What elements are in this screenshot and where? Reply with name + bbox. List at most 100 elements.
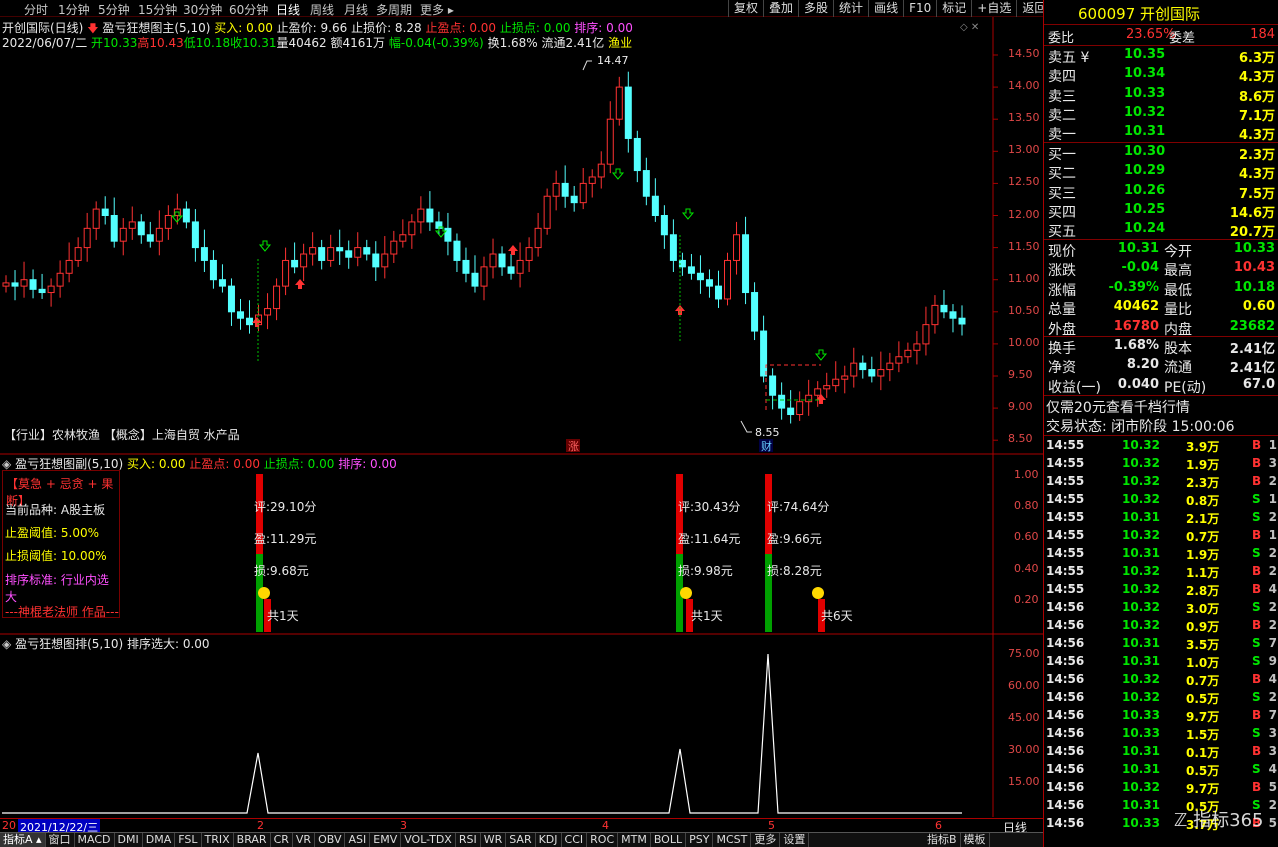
sub2-toggle-icon[interactable]: ◈ [2,637,11,651]
axis-tick: 30.00 [1008,743,1040,756]
period-tab-9[interactable]: 多周期 [376,1,412,18]
logo-icon: ℤ [1174,810,1188,831]
indicator-tab-10[interactable]: OBV [315,833,346,847]
toolbar-btn-6[interactable]: 标记 [936,0,971,17]
candle [426,191,434,231]
candle [2,275,10,293]
indicator-tab-9[interactable]: VR [293,833,316,847]
stat-row: 总量 40462 量比 0.60 [1048,299,1275,319]
order-row[interactable]: 卖一 10.31 4.3万 [1046,123,1277,143]
order-row[interactable]: 买四 10.25 14.6万 [1046,201,1277,221]
indicator-tab-16[interactable]: SAR [506,833,536,847]
candle [227,278,235,326]
tick-row: 14:56 10.31 1.0万 S 9 [1046,654,1277,670]
toolbar-btn-3[interactable]: 统计 [833,0,868,17]
indicator-tab-14[interactable]: RSI [456,833,481,847]
period-tab-10[interactable]: 更多 ▸ [420,1,454,18]
toolbar-btn-7[interactable]: +自选 [971,0,1016,17]
candle [300,243,308,281]
period-tab-4[interactable]: 30分钟 [183,1,222,18]
tick-row: 14:56 10.32 3.0万 S 2 [1046,600,1277,616]
sub2-header: ◈ 盈亏狂想图排(5,10) 排序选大: 0.00 [2,637,210,651]
chart-canvas[interactable]: 14.47 8.55 涨 财 [0,17,1043,832]
toolbar-btn-1[interactable]: 叠加 [763,0,798,17]
period-tab-3[interactable]: 15分钟 [138,1,177,18]
toolbar-btn-0[interactable]: 复权 [728,0,763,17]
toolbar-btn-2[interactable]: 多股 [798,0,833,17]
candle [56,260,64,298]
sub1-sl: 止损点: 0.00 [263,457,335,471]
promo-text[interactable]: 仅需20元查看千档行情 [1046,397,1277,416]
indicator-tab-19[interactable]: ROC [587,833,619,847]
period-tab-5[interactable]: 60分钟 [229,1,268,18]
order-row[interactable]: 卖五 ¥ 10.35 6.3万 [1046,46,1277,66]
indicator-tab-12[interactable]: EMV [370,833,402,847]
candle [191,209,199,262]
order-row[interactable]: 卖四 10.34 4.3万 [1046,65,1277,85]
indicator-tab-25[interactable]: 设置 [780,833,810,847]
indicator-tab-11[interactable]: ASI [345,833,371,847]
candle [877,351,885,391]
indicator-tab-17[interactable]: KDJ [536,833,562,847]
indicator-tab-23[interactable]: MCST [713,833,752,847]
indicator-tab-22[interactable]: PSY [686,833,714,847]
axis-tick: 14.50 [1008,47,1040,60]
indicator-tab-13[interactable]: VOL-TDX [401,833,456,847]
time-axis: 20 2021/12/22/三 23456 日线 [0,818,1043,835]
period-tab-2[interactable]: 5分钟 [98,1,130,18]
order-row[interactable]: 买二 10.29 4.3万 [1046,162,1277,182]
rank-line [2,653,962,814]
indicator-b-tab-1[interactable]: 模板 [961,833,990,847]
order-row[interactable]: 买一 10.30 2.3万 [1046,143,1277,163]
order-row[interactable]: 买三 10.26 7.5万 [1046,182,1277,202]
indicator-tab-20[interactable]: MTM [618,833,651,847]
order-row[interactable]: 卖二 10.32 7.1万 [1046,104,1277,124]
period-tab-8[interactable]: 月线 [344,1,368,18]
toolbar-btn-5[interactable]: F10 [903,0,936,17]
indicator-tab-18[interactable]: CCI [562,833,588,847]
indicator-tab-5[interactable]: FSL [175,833,202,847]
smiley-icon [812,587,824,599]
candle [83,212,91,262]
tick-row: 14:55 10.32 1.9万 B 3 [1046,456,1277,472]
period-tab-7[interactable]: 周线 [310,1,334,18]
signal-score: 评:74.64分 [767,500,830,514]
period-tab-0[interactable]: 分时 [24,1,48,18]
indicator-tab-8[interactable]: CR [271,833,293,847]
indicator-tab-24[interactable]: 更多 [751,833,781,847]
toolbar-btn-4[interactable]: 画线 [868,0,903,17]
indicator-tab-4[interactable]: DMA [143,833,176,847]
indicator-tab-15[interactable]: WR [481,833,507,847]
indicator-tab-21[interactable]: BOLL [651,833,687,847]
indicator-tab-1[interactable]: 窗口 [46,833,75,847]
axis-tick: 8.50 [1008,432,1033,446]
buy-arrow-icon [675,305,685,315]
candle [841,365,849,394]
sub1-toggle-icon[interactable]: ◈ [2,457,11,471]
order-label: 买三 [1048,185,1076,202]
period-tab-1[interactable]: 1分钟 [58,1,90,18]
indicator-tab-2[interactable]: MACD [75,833,115,847]
indicator-tab-6[interactable]: TRIX [202,833,234,847]
candle [236,298,244,330]
indicator-tab-0[interactable]: 指标A ▴ [0,833,46,847]
signal-profit: 盈:11.64元 [678,532,741,546]
candle [282,247,290,296]
indicator-tab-7[interactable]: BRAR [234,833,271,847]
candle [922,306,930,356]
indicator-tab-3[interactable]: DMI [115,833,143,847]
tick-row: 14:56 10.33 1.5万 S 3 [1046,726,1277,742]
period-tab-6[interactable]: 日线 [276,1,300,18]
candle [832,361,840,393]
stat-row: 外盘 16780 内盘 23682 [1048,318,1275,338]
candle [705,269,713,298]
tick-row: 14:55 10.32 1.1万 B 2 [1046,564,1277,580]
candle [38,273,46,299]
axis-tick: 0.20 [1014,592,1039,606]
order-row[interactable]: 买五 10.24 20.7万 [1046,220,1277,240]
order-row[interactable]: 卖三 10.33 8.6万 [1046,85,1277,105]
indicator-b-tab-0[interactable]: 指标B [924,833,961,847]
order-price: 10.25 [1124,201,1166,217]
order-label: 买四 [1048,204,1076,221]
signal-score: 评:30.43分 [678,500,741,514]
